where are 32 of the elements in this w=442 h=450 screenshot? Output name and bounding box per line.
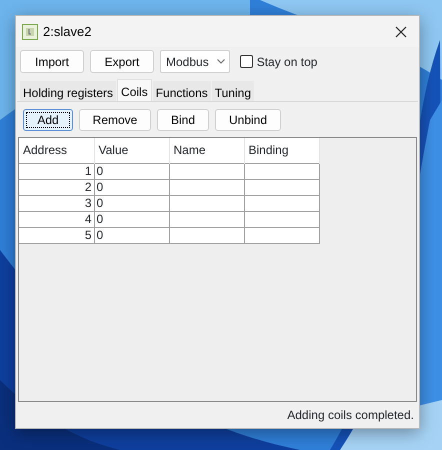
toolbar-button[interactable]: Import — [20, 50, 84, 73]
checkbox-label[interactable]: Stay on top — [256, 52, 318, 70]
action-button[interactable]: Add — [23, 109, 73, 131]
table-cell: 0 — [94, 179, 169, 195]
column-header[interactable]: Value — [94, 138, 169, 163]
table-cell: 2 — [19, 179, 94, 195]
action-button[interactable]: Bind — [157, 109, 209, 131]
column-header[interactable]: Binding — [244, 138, 319, 163]
tab[interactable]: Holding registers — [20, 81, 116, 101]
protocol-dropdown[interactable]: Modbus — [160, 50, 230, 73]
action-button[interactable]: Unbind — [215, 109, 281, 131]
chevron-down-icon — [216, 59, 225, 64]
tab[interactable]: Coils — [117, 79, 152, 101]
table-cell: 3 — [19, 195, 94, 211]
close-icon — [395, 26, 407, 38]
checkbox[interactable] — [240, 55, 253, 68]
tab[interactable]: Functions — [152, 81, 211, 101]
table-cell: 1 — [19, 163, 94, 179]
column-header[interactable]: Name — [169, 138, 244, 163]
table-cell: 5 — [19, 227, 94, 243]
app-icon — [22, 24, 38, 40]
table-cell: 0 — [94, 211, 169, 227]
tab[interactable]: Tuning — [212, 81, 254, 101]
table-cell: 4 — [19, 211, 94, 227]
window-title: 2:slave2 — [43, 22, 92, 41]
action-button[interactable]: Remove — [79, 109, 151, 131]
column-header[interactable]: Address — [19, 138, 94, 163]
toolbar-button[interactable]: Export — [90, 50, 154, 73]
status-text: Adding coils completed. — [287, 407, 414, 424]
table-cell: 0 — [94, 195, 169, 211]
table-cell: 0 — [94, 163, 169, 179]
table-cell: 0 — [94, 227, 169, 243]
